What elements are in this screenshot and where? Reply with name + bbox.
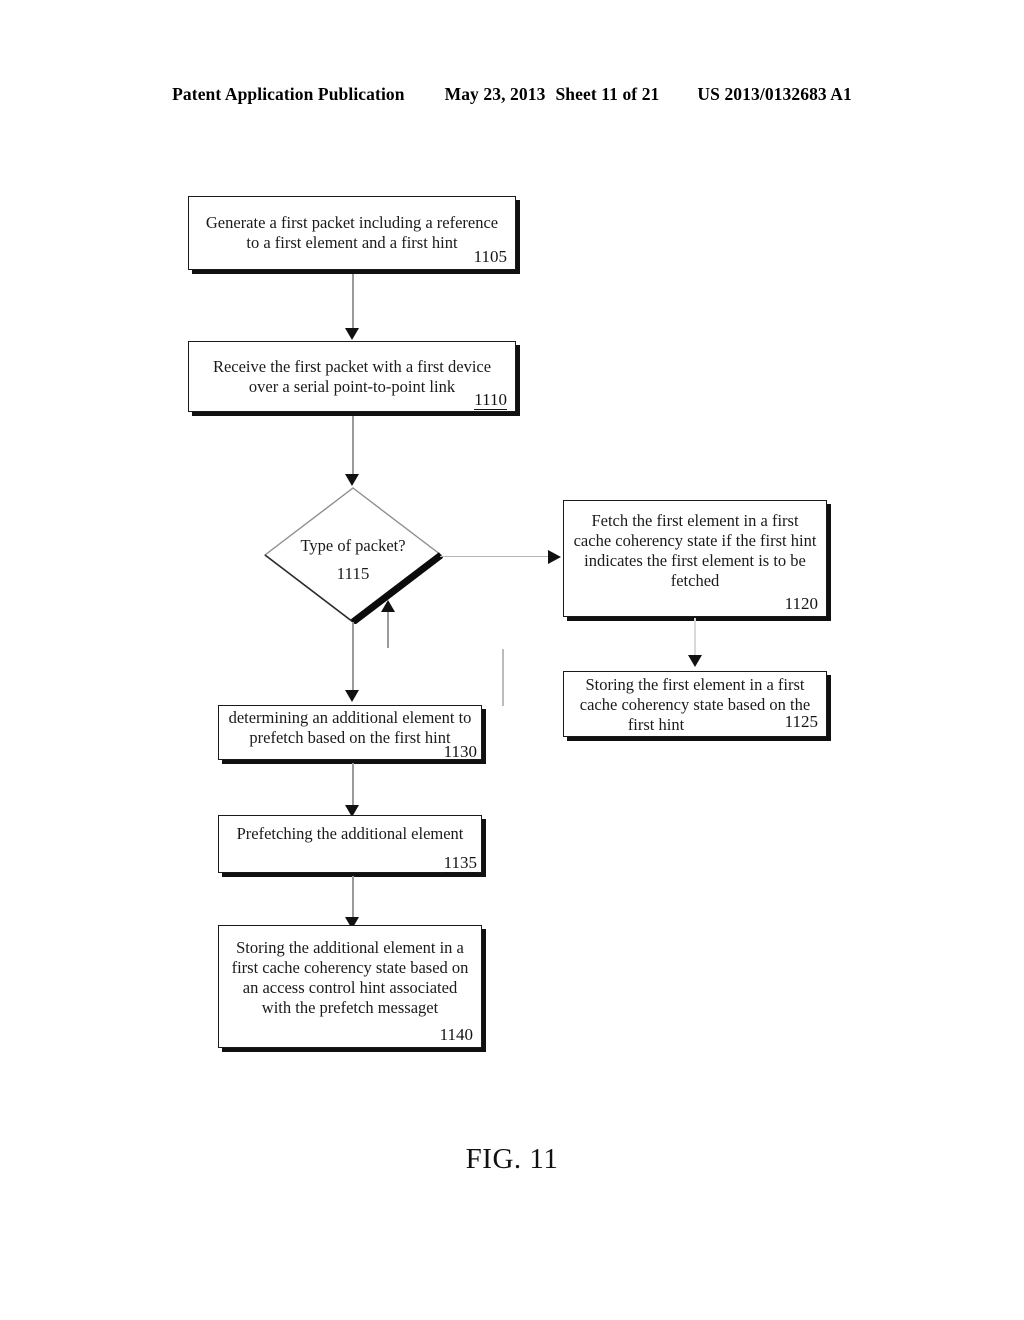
connector-incoming-to-1115-arrowhead bbox=[381, 600, 395, 612]
flow-node-1140-line-1: Storing the additional element in a bbox=[236, 938, 464, 957]
flow-node-1105-line-2: to a first element and a first hint bbox=[246, 233, 458, 252]
flow-node-1140-line-2: first cache coherency state based on bbox=[231, 958, 469, 977]
connector-1115-1130-arrowhead bbox=[345, 690, 359, 702]
flow-node-1140-ref: 1140 bbox=[439, 1025, 473, 1044]
flow-node-1125-line-1: Storing the first element in a first bbox=[585, 675, 805, 694]
flow-node-1135-line-1: Prefetching the additional element bbox=[236, 824, 464, 843]
connector-1120-1125 bbox=[694, 618, 696, 660]
connector-1115-1130 bbox=[352, 622, 354, 694]
flow-node-1120-line-1: Fetch the first element in a first bbox=[591, 511, 799, 530]
flow-node-1135: Prefetching the additional element 1135 bbox=[218, 815, 482, 873]
flow-node-1105: Generate a first packet including a refe… bbox=[188, 196, 516, 270]
flow-node-1125-ref: 1125 bbox=[784, 712, 818, 731]
flow-node-1120-ref: 1120 bbox=[784, 594, 818, 613]
flow-node-1110-ref: 1110 bbox=[474, 390, 507, 410]
flow-node-1140-line-3: an access control hint associated bbox=[242, 978, 458, 997]
connector-1115-1120-arrowhead bbox=[548, 550, 561, 564]
flow-node-1130-ref: 1130 bbox=[443, 742, 477, 761]
flow-node-1105-line-1: Generate a first packet including a refe… bbox=[205, 213, 499, 232]
connector-1130-1135 bbox=[352, 763, 354, 811]
connector-1105-1110-arrowhead bbox=[345, 328, 359, 340]
flow-node-1105-ref: 1105 bbox=[473, 247, 507, 266]
figure-caption: FIG. 11 bbox=[465, 1143, 559, 1175]
header-publication: Patent Application Publication bbox=[172, 84, 405, 104]
connector-1105-1110 bbox=[352, 274, 354, 332]
header-patent-number: US 2013/0132683 A1 bbox=[697, 84, 852, 104]
flow-node-1130-line-1: determining an additional element to bbox=[228, 708, 472, 727]
flow-node-1120-line-3: indicates the first element is to be bbox=[584, 551, 806, 570]
flow-node-1130-line-2: prefetch based on the first hint bbox=[249, 728, 451, 747]
flow-node-1120-line-2: cache coherency state if the first hint bbox=[573, 531, 817, 550]
flow-node-1110: Receive the first packet with a first de… bbox=[188, 341, 516, 412]
header-date: May 23, 2013 bbox=[444, 84, 546, 104]
connector-1115-1120 bbox=[440, 556, 550, 558]
flow-node-1110-line-1: Receive the first packet with a first de… bbox=[212, 356, 492, 376]
flow-node-1140: Storing the additional element in a firs… bbox=[218, 925, 482, 1048]
flow-node-1115-label: Type of packet? bbox=[300, 536, 406, 555]
flow-node-1120: Fetch the first element in a first cache… bbox=[563, 500, 827, 617]
header-sheet: Sheet 11 of 21 bbox=[555, 84, 660, 104]
flow-node-1115-ref: 1115 bbox=[336, 564, 370, 583]
connector-1135-1140 bbox=[352, 876, 354, 923]
flow-node-1125-line-2: cache coherency state based on the bbox=[579, 695, 811, 714]
flow-node-1110-line-2: over a serial point-to-point link bbox=[248, 376, 456, 396]
flow-node-1130: determining an additional element to pre… bbox=[218, 705, 482, 761]
flow-node-1125: Storing the first element in a first cac… bbox=[563, 671, 827, 737]
flow-node-1115: Type of packet? 1115 bbox=[263, 486, 443, 624]
connector-incoming-to-1115 bbox=[387, 608, 389, 648]
flow-node-1125-line-3: first hint bbox=[627, 715, 685, 734]
connector-1110-1115-arrowhead bbox=[345, 474, 359, 486]
connector-1110-1115 bbox=[352, 416, 354, 478]
connector-1120-1125-arrowhead bbox=[688, 655, 702, 667]
stray-artifact-line bbox=[502, 649, 504, 706]
flow-node-1140-line-4: with the prefetch messaget bbox=[261, 998, 439, 1017]
patent-figure-page: Patent Application Publication May 23, 20… bbox=[0, 0, 1024, 1320]
flow-node-1135-ref: 1135 bbox=[443, 853, 477, 873]
page-header: Patent Application Publication May 23, 20… bbox=[0, 84, 1024, 105]
flow-node-1120-line-4: fetched bbox=[670, 571, 720, 590]
